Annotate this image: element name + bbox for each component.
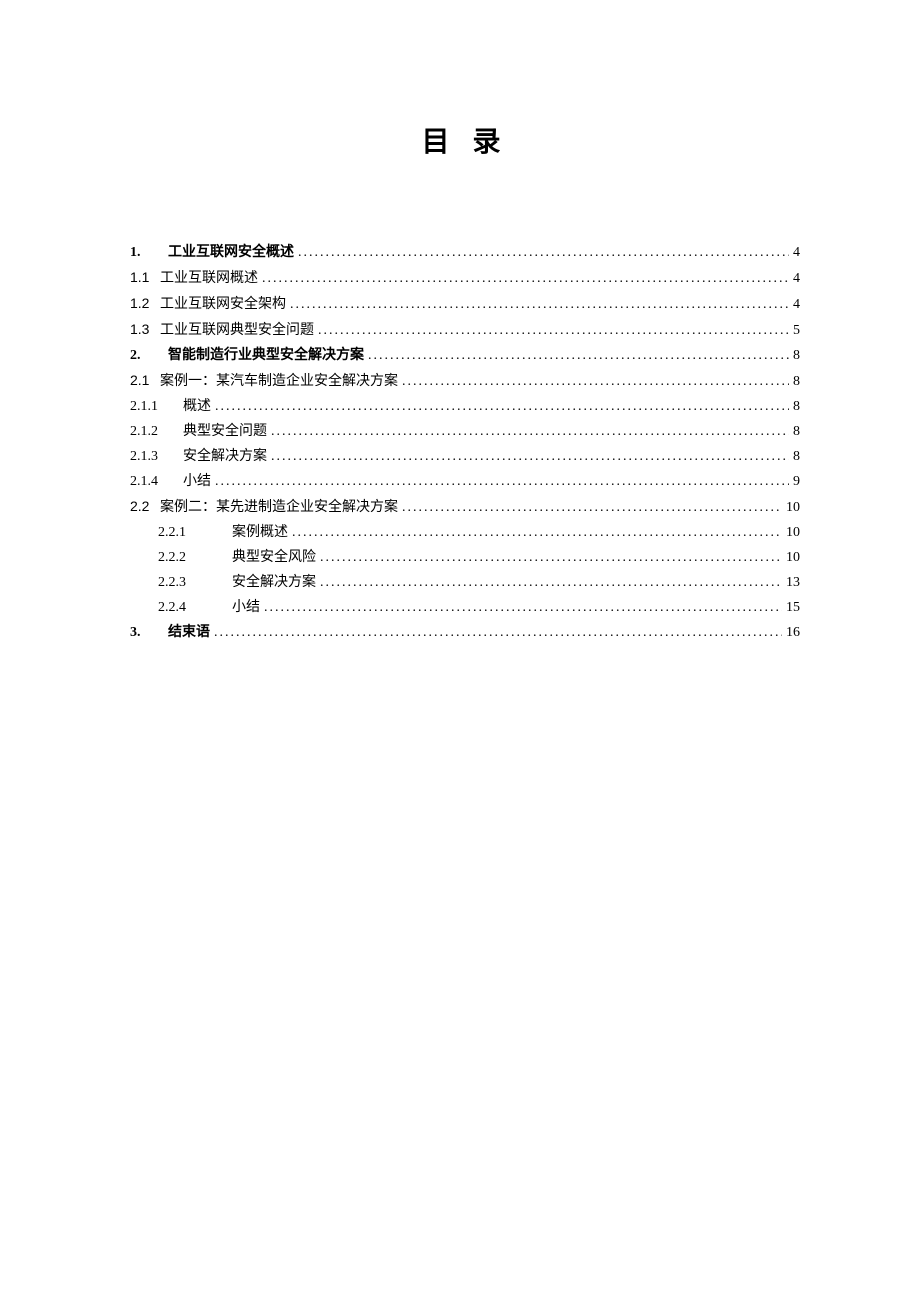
toc-entry-label: 智能制造行业典型安全解决方案 — [168, 343, 364, 368]
toc-entry-label: 安全解决方案 — [232, 570, 316, 595]
toc-entry: 1.3工业互联网典型安全问题 5 — [130, 317, 800, 343]
toc-title: 目 录 — [130, 120, 800, 160]
toc-entry: 2.1.3安全解决方案 8 — [130, 444, 800, 469]
toc-entry-label: 案例二：某先进制造企业安全解决方案 — [160, 495, 398, 520]
toc-entry: 2.智能制造行业典型安全解决方案 8 — [130, 343, 800, 368]
toc-entry-number: 2.2.3 — [158, 570, 232, 595]
toc-entry-page: 13 — [782, 570, 800, 595]
toc-entry-page: 10 — [782, 545, 800, 570]
toc-leader-dots — [292, 520, 782, 545]
toc-entry: 2.2.1案例概述 10 — [130, 520, 800, 545]
toc-entry-number: 1.3 — [130, 317, 160, 342]
toc-entry-number: 3. — [130, 620, 168, 645]
toc-entry-label: 小结 — [232, 595, 260, 620]
toc-entry: 2.1.1概述 8 — [130, 394, 800, 419]
toc-entry-number: 2.1.1 — [130, 394, 183, 419]
toc-entry-label: 案例概述 — [232, 520, 288, 545]
toc-entry-page: 4 — [789, 266, 800, 291]
toc-entry-number: 1. — [130, 240, 168, 265]
toc-leader-dots — [215, 394, 789, 419]
toc-entry: 2.2.2典型安全风险 10 — [130, 545, 800, 570]
toc-entry-page: 8 — [789, 394, 800, 419]
toc-entry-page: 8 — [789, 369, 800, 394]
toc-leader-dots — [368, 343, 789, 368]
toc-entry-label: 结束语 — [168, 620, 210, 645]
toc-entry-number: 2.1.3 — [130, 444, 183, 469]
toc-leader-dots — [298, 240, 789, 265]
toc-entry: 3.结束语 16 — [130, 620, 800, 645]
toc-entry: 2.1.4小结 9 — [130, 469, 800, 494]
toc-entry-number: 1.1 — [130, 265, 160, 290]
toc-entry-page: 4 — [789, 240, 800, 265]
toc-entry-page: 10 — [782, 495, 800, 520]
toc-entry-label: 概述 — [183, 394, 211, 419]
toc-entry-number: 2.1.2 — [130, 419, 183, 444]
toc-leader-dots — [318, 318, 789, 343]
toc-entry-page: 4 — [789, 292, 800, 317]
toc-entry-page: 5 — [789, 318, 800, 343]
toc-entry-number: 2.2.2 — [158, 545, 232, 570]
toc-entry: 2.1案例一：某汽车制造企业安全解决方案 8 — [130, 368, 800, 394]
toc-entry-number: 2.1 — [130, 368, 160, 393]
toc-entry-page: 9 — [789, 469, 800, 494]
toc-leader-dots — [320, 570, 782, 595]
toc-leader-dots — [264, 595, 782, 620]
toc-entry-label: 工业互联网安全架构 — [160, 292, 286, 317]
toc-entry-number: 2.1.4 — [130, 469, 183, 494]
toc-leader-dots — [271, 419, 789, 444]
toc-entry-number: 2.2.1 — [158, 520, 232, 545]
toc-entry-page: 10 — [782, 520, 800, 545]
toc-entry-label: 典型安全风险 — [232, 545, 316, 570]
toc-entry-number: 1.2 — [130, 291, 160, 316]
toc-entry-label: 工业互联网安全概述 — [168, 240, 294, 265]
toc-entry-label: 案例一：某汽车制造企业安全解决方案 — [160, 369, 398, 394]
toc-leader-dots — [402, 495, 782, 520]
toc-entry: 2.2.4小结 15 — [130, 595, 800, 620]
toc-leader-dots — [402, 369, 789, 394]
toc-entry-page: 8 — [789, 343, 800, 368]
toc-entry-number: 2.2.4 — [158, 595, 232, 620]
toc-entry-label: 安全解决方案 — [183, 444, 267, 469]
toc-entry-number: 2. — [130, 343, 168, 368]
toc-entry-page: 8 — [789, 419, 800, 444]
toc-list: 1.工业互联网安全概述41.1工业互联网概述41.2工业互联网安全架构41.3工… — [130, 240, 800, 645]
toc-entry: 2.2案例二：某先进制造企业安全解决方案 10 — [130, 494, 800, 520]
toc-leader-dots — [214, 620, 782, 645]
toc-entry-page: 15 — [782, 595, 800, 620]
toc-leader-dots — [320, 545, 782, 570]
toc-leader-dots — [271, 444, 789, 469]
toc-entry-page: 8 — [789, 444, 800, 469]
toc-leader-dots — [290, 292, 789, 317]
toc-entry-number: 2.2 — [130, 494, 160, 519]
toc-entry: 1.工业互联网安全概述 4 — [130, 240, 800, 265]
toc-entry-label: 工业互联网典型安全问题 — [160, 318, 314, 343]
toc-entry: 2.2.3安全解决方案 13 — [130, 570, 800, 595]
toc-entry: 1.2工业互联网安全架构 4 — [130, 291, 800, 317]
toc-leader-dots — [262, 266, 789, 291]
toc-entry-label: 工业互联网概述 — [160, 266, 258, 291]
toc-entry: 2.1.2典型安全问题 8 — [130, 419, 800, 444]
toc-entry-label: 小结 — [183, 469, 211, 494]
toc-leader-dots — [215, 469, 789, 494]
toc-entry-label: 典型安全问题 — [183, 419, 267, 444]
toc-entry: 1.1工业互联网概述 4 — [130, 265, 800, 291]
toc-entry-page: 16 — [782, 620, 800, 645]
